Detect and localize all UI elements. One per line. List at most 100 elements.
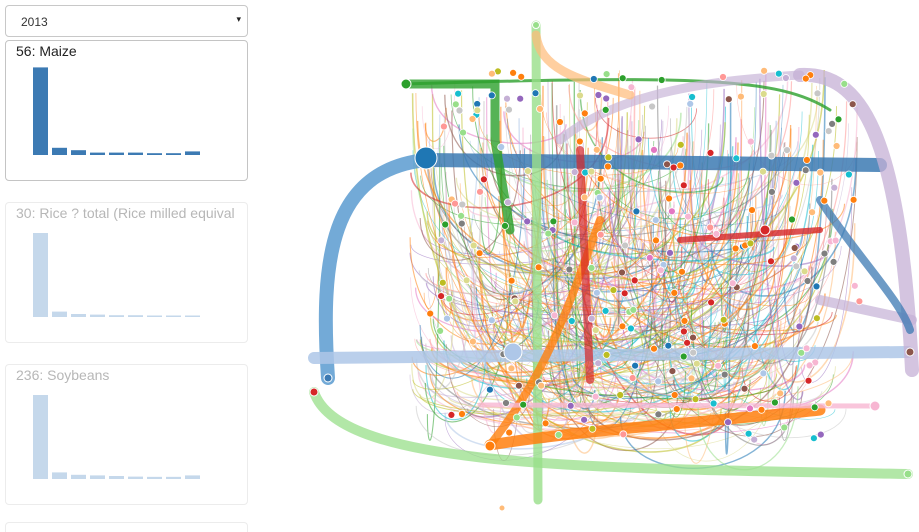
- country-node[interactable]: [820, 249, 829, 258]
- country-node[interactable]: [813, 89, 822, 98]
- country-node[interactable]: [672, 405, 681, 414]
- country-node[interactable]: [689, 348, 698, 357]
- country-node[interactable]: [503, 94, 511, 103]
- country-node[interactable]: [652, 236, 660, 245]
- country-node[interactable]: [792, 262, 801, 271]
- country-node[interactable]: [516, 94, 525, 103]
- country-node[interactable]: [437, 236, 446, 245]
- country-node[interactable]: [475, 249, 484, 258]
- country-node[interactable]: [626, 324, 635, 333]
- major-country-node[interactable]: [869, 400, 881, 412]
- country-node[interactable]: [487, 316, 496, 325]
- country-node[interactable]: [570, 168, 579, 177]
- country-node[interactable]: [679, 352, 688, 361]
- country-node[interactable]: [509, 69, 518, 77]
- trade-flow-map[interactable]: [300, 0, 919, 526]
- country-node[interactable]: [591, 326, 600, 335]
- country-node[interactable]: [789, 254, 798, 263]
- country-node[interactable]: [458, 200, 467, 209]
- country-node[interactable]: [523, 217, 532, 226]
- country-node[interactable]: [595, 193, 604, 202]
- country-node[interactable]: [828, 120, 836, 128]
- country-node[interactable]: [632, 207, 641, 216]
- country-node[interactable]: [750, 342, 759, 351]
- country-node[interactable]: [650, 344, 658, 353]
- country-node[interactable]: [687, 374, 696, 383]
- country-node[interactable]: [724, 418, 732, 427]
- country-node[interactable]: [746, 137, 755, 146]
- country-node[interactable]: [629, 305, 638, 314]
- country-node[interactable]: [531, 89, 540, 98]
- country-node[interactable]: [748, 206, 756, 215]
- country-node[interactable]: [670, 288, 679, 297]
- country-node[interactable]: [714, 361, 723, 370]
- country-node[interactable]: [565, 265, 574, 274]
- country-node[interactable]: [457, 219, 466, 228]
- country-node[interactable]: [757, 405, 766, 414]
- country-node[interactable]: [802, 344, 811, 353]
- country-node[interactable]: [438, 278, 447, 287]
- major-country-node[interactable]: [532, 21, 540, 29]
- country-node[interactable]: [507, 276, 516, 285]
- country-node[interactable]: [728, 279, 737, 288]
- country-node[interactable]: [759, 167, 767, 176]
- country-node[interactable]: [848, 100, 857, 109]
- major-country-node[interactable]: [503, 342, 523, 362]
- country-node[interactable]: [669, 163, 678, 172]
- country-node[interactable]: [455, 106, 464, 115]
- country-node[interactable]: [706, 148, 715, 157]
- country-node[interactable]: [588, 424, 597, 433]
- country-node[interactable]: [724, 95, 733, 104]
- commodity-card-soybeans[interactable]: 236: Soybeans: [5, 364, 248, 505]
- country-node[interactable]: [620, 289, 629, 298]
- country-node[interactable]: [468, 337, 477, 346]
- country-node[interactable]: [631, 361, 640, 370]
- country-node[interactable]: [664, 341, 673, 350]
- country-node[interactable]: [576, 91, 584, 100]
- country-node[interactable]: [544, 229, 553, 238]
- country-node[interactable]: [594, 359, 603, 368]
- country-node[interactable]: [473, 106, 482, 115]
- country-node[interactable]: [536, 105, 544, 113]
- country-node[interactable]: [849, 195, 858, 204]
- country-node[interactable]: [507, 364, 516, 373]
- country-node[interactable]: [666, 248, 674, 257]
- commodity-card-rice[interactable]: 30: Rice ? total (Rice milled equival: [5, 202, 248, 343]
- country-node[interactable]: [589, 75, 598, 83]
- country-node[interactable]: [759, 90, 768, 98]
- country-node[interactable]: [719, 73, 727, 81]
- country-node[interactable]: [692, 359, 701, 368]
- country-node[interactable]: [654, 410, 663, 419]
- country-node[interactable]: [502, 399, 510, 407]
- major-country-node[interactable]: [903, 469, 913, 479]
- country-node[interactable]: [537, 381, 546, 390]
- country-node[interactable]: [676, 140, 685, 149]
- country-node[interactable]: [829, 257, 838, 266]
- major-country-node[interactable]: [905, 347, 915, 357]
- year-select[interactable]: 2013 ▾: [5, 5, 248, 37]
- country-node[interactable]: [601, 306, 610, 315]
- country-node[interactable]: [514, 381, 523, 390]
- country-node[interactable]: [744, 429, 753, 438]
- country-node[interactable]: [767, 257, 775, 266]
- country-node[interactable]: [684, 212, 693, 221]
- country-node[interactable]: [831, 236, 840, 245]
- country-node[interactable]: [485, 385, 494, 394]
- country-node[interactable]: [451, 100, 460, 109]
- country-node[interactable]: [443, 314, 451, 323]
- country-node[interactable]: [594, 91, 603, 99]
- country-node[interactable]: [770, 398, 779, 407]
- country-node[interactable]: [670, 391, 679, 399]
- country-node[interactable]: [679, 327, 688, 336]
- country-node[interactable]: [575, 137, 584, 146]
- country-node[interactable]: [688, 93, 697, 101]
- country-node[interactable]: [679, 181, 688, 190]
- country-node[interactable]: [512, 413, 521, 422]
- country-node[interactable]: [555, 118, 564, 126]
- country-node[interactable]: [709, 399, 718, 408]
- country-node[interactable]: [824, 127, 833, 136]
- country-node[interactable]: [587, 263, 596, 272]
- country-node[interactable]: [437, 292, 446, 301]
- major-country-node[interactable]: [759, 224, 771, 236]
- country-node[interactable]: [567, 317, 576, 325]
